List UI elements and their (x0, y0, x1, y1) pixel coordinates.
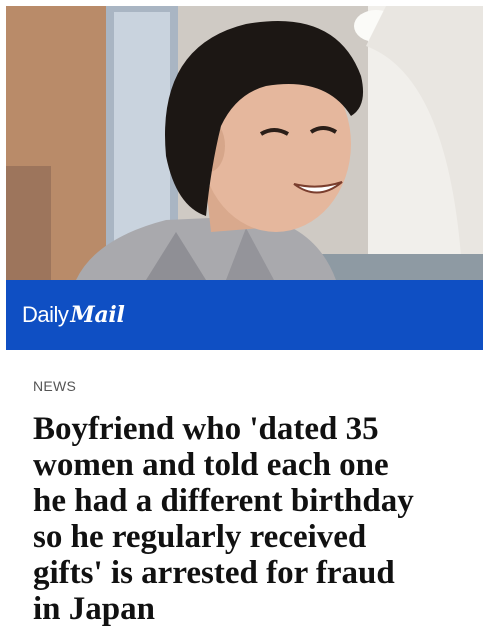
article-photo[interactable] (6, 6, 483, 280)
logo-daily-text: Daily (22, 302, 69, 327)
article-headline[interactable]: Boyfriend who 'dated 35 women and told e… (33, 411, 473, 627)
headline-line: Boyfriend who 'dated 35 (33, 411, 379, 447)
headline-line: women and told each one (33, 447, 389, 483)
brand-bar: DailyMail (6, 280, 483, 350)
headline-line: so he regularly received (33, 519, 367, 555)
headline-line: he had a different birthday (33, 483, 414, 519)
article-card[interactable]: DailyMail NEWS Boyfriend who 'dated 35 w… (6, 6, 483, 635)
headline-line: gifts' is arrested for fraud (33, 555, 395, 591)
headline-line: in Japan (33, 591, 155, 627)
photo-illustration (6, 6, 483, 280)
section-label[interactable]: NEWS (33, 378, 76, 394)
daily-mail-logo[interactable]: DailyMail (22, 302, 125, 330)
logo-mail-text: Mail (70, 302, 125, 328)
